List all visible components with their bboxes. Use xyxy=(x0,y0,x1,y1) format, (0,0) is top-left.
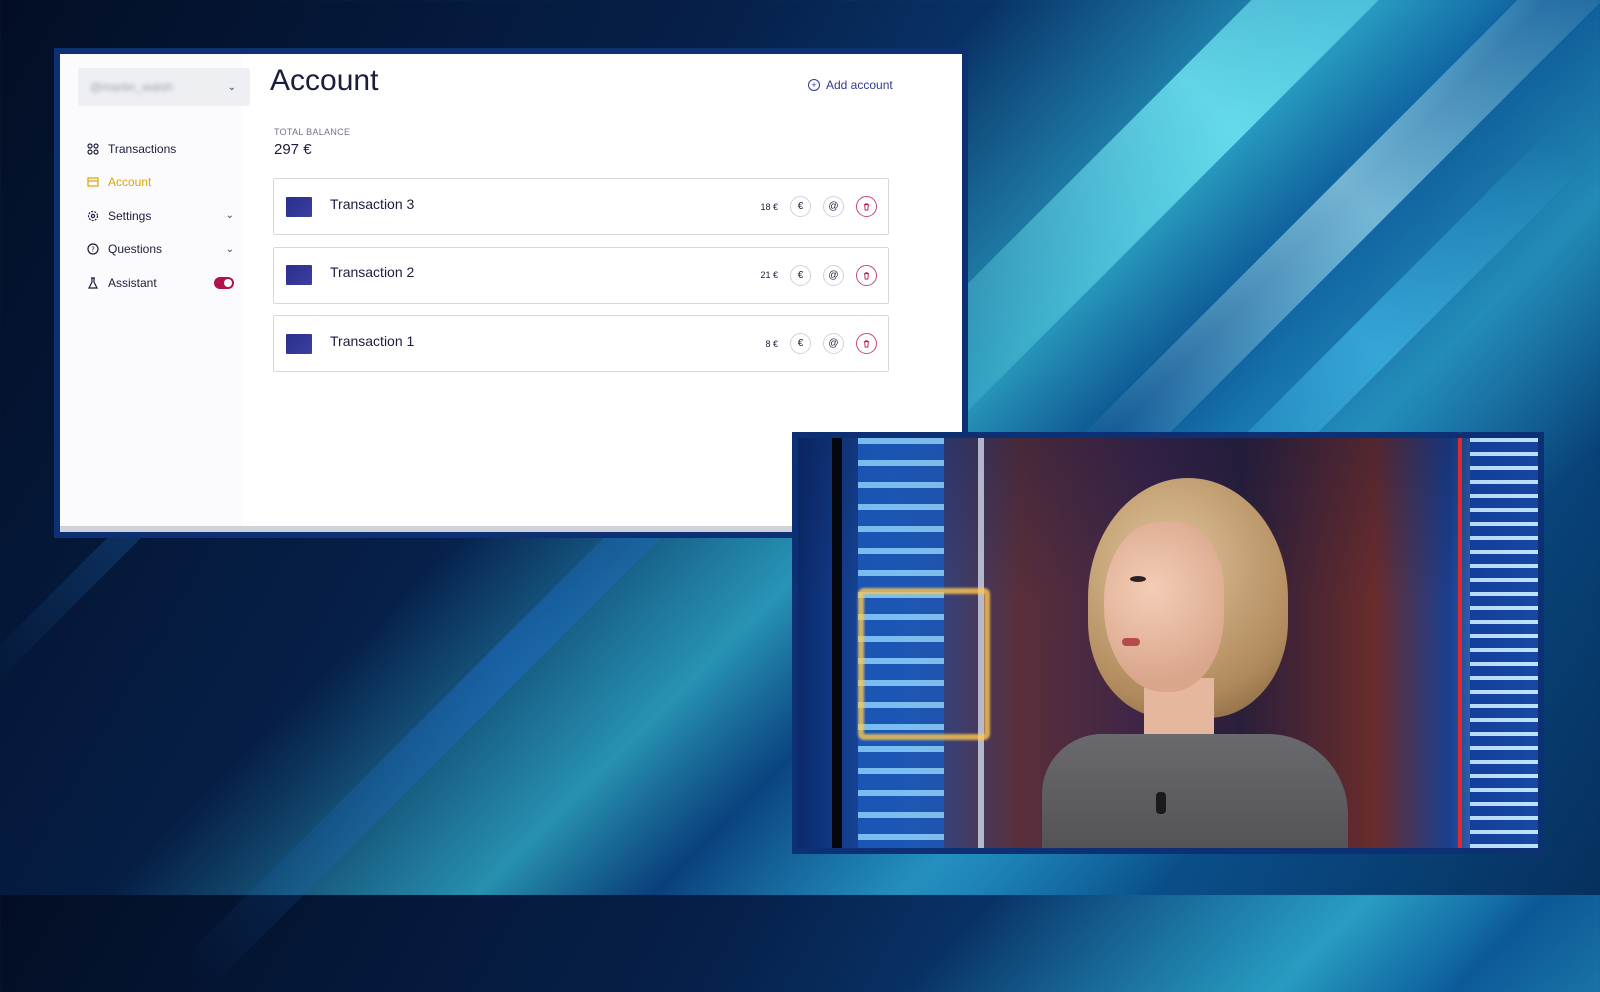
sidebar-nav: Transactions Account Settings ⌄ ? Questi… xyxy=(86,132,236,300)
background-streak xyxy=(1070,0,1600,490)
delete-button[interactable] xyxy=(856,264,877,286)
sidebar-item-transactions[interactable]: Transactions xyxy=(86,132,236,166)
transaction-amount: 8 € xyxy=(765,338,778,349)
question-icon: ? xyxy=(86,242,100,256)
sidebar-item-label: Settings xyxy=(108,208,152,223)
chevron-down-icon: ⌄ xyxy=(227,81,236,93)
sidebar-item-label: Transactions xyxy=(108,141,177,156)
euro-button[interactable]: € xyxy=(790,333,811,354)
lapel-mic xyxy=(1156,792,1166,814)
svg-text:?: ? xyxy=(91,246,95,254)
chevron-down-icon: ⌄ xyxy=(225,210,234,222)
sidebar-item-label: Questions xyxy=(108,242,163,257)
transaction-thumbnail xyxy=(286,265,312,285)
flask-icon xyxy=(86,276,100,290)
gear-icon xyxy=(86,209,100,223)
transaction-row[interactable]: Transaction 3 18 € € @ xyxy=(273,178,889,235)
assistant-toggle[interactable] xyxy=(214,276,234,289)
euro-button[interactable]: € xyxy=(790,196,811,217)
transaction-list: Transaction 3 18 € € @ Transaction 2 21 … xyxy=(273,178,889,384)
transaction-name: Transaction 2 xyxy=(330,264,415,280)
trash-icon xyxy=(863,340,870,348)
total-balance-value: 297 € xyxy=(274,141,312,158)
transaction-name: Transaction 3 xyxy=(330,195,415,212)
share-button[interactable]: @ xyxy=(823,264,844,286)
add-account-button[interactable]: + Add account xyxy=(808,78,893,92)
sidebar-item-label: Assistant xyxy=(108,275,157,290)
share-button[interactable]: @ xyxy=(823,196,844,217)
total-balance-label: TOTAL BALANCE xyxy=(274,127,351,137)
euro-button[interactable]: € xyxy=(790,264,811,286)
transaction-thumbnail xyxy=(286,196,312,217)
transaction-amount: 18 € xyxy=(760,201,778,212)
add-account-label: Add account xyxy=(826,78,893,92)
sidebar-item-label: Account xyxy=(108,175,152,190)
webcam-video xyxy=(798,438,1538,848)
sidebar-item-account[interactable]: Account xyxy=(86,166,236,200)
sidebar-item-questions[interactable]: ? Questions ⌄ xyxy=(86,233,236,267)
transaction-thumbnail xyxy=(286,333,312,354)
transaction-row[interactable]: Transaction 1 8 € € @ xyxy=(273,315,889,372)
trash-icon xyxy=(863,271,870,280)
transaction-name: Transaction 1 xyxy=(330,332,415,349)
chevron-down-icon: ⌄ xyxy=(225,243,234,255)
plus-circle-icon: + xyxy=(808,79,820,91)
presenter xyxy=(1018,478,1348,848)
account-selector[interactable]: @martin_walsh ⌄ xyxy=(78,68,250,106)
delete-button[interactable] xyxy=(856,333,877,354)
grid-icon xyxy=(86,142,100,156)
card-icon xyxy=(86,175,100,189)
webcam-panel-frame xyxy=(792,432,1544,854)
sidebar-item-assistant[interactable]: Assistant xyxy=(86,266,236,300)
transaction-row[interactable]: Transaction 2 21 € € @ xyxy=(273,246,889,304)
sidebar-item-settings[interactable]: Settings ⌄ xyxy=(86,199,236,233)
transaction-amount: 21 € xyxy=(760,270,778,280)
share-button[interactable]: @ xyxy=(823,333,844,354)
trash-icon xyxy=(863,203,870,211)
page-title: Account xyxy=(270,64,379,97)
sidebar: @martin_walsh ⌄ Transactions Account Set… xyxy=(60,54,250,526)
account-selector-value: @martin_walsh xyxy=(90,80,173,94)
delete-button[interactable] xyxy=(856,196,877,217)
